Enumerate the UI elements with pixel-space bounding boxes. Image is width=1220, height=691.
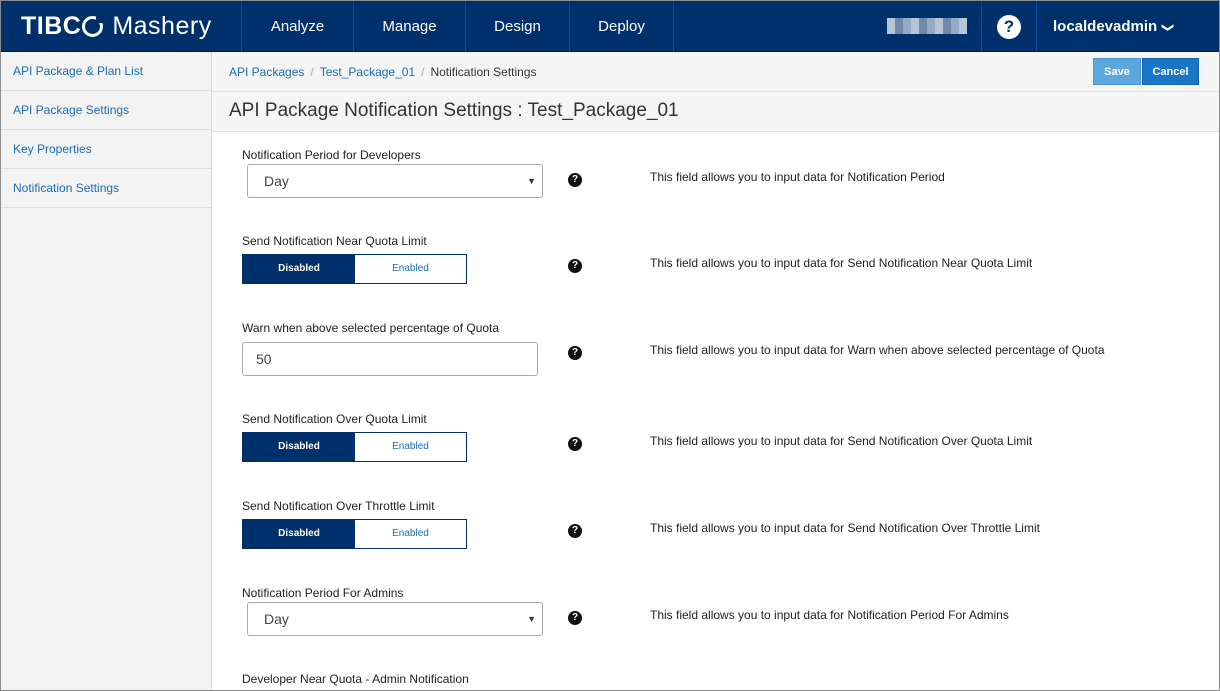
breadcrumb-separator: / xyxy=(421,65,425,79)
admin-notification-period-select[interactable]: Day ▼ xyxy=(247,602,543,636)
help-text: This field allows you to input data for … xyxy=(650,521,1040,535)
nav-manage[interactable]: Manage xyxy=(353,1,465,52)
settings-form: Notification Period for Developers Day ▼… xyxy=(212,132,1219,690)
field-label: Warn when above selected percentage of Q… xyxy=(242,321,500,335)
chevron-down-icon: ❯ xyxy=(1161,22,1176,33)
cancel-button[interactable]: Cancel xyxy=(1142,58,1199,85)
help-text: This field allows you to input data for … xyxy=(650,256,1033,270)
redacted-account-name xyxy=(887,18,967,34)
caret-down-icon: ▼ xyxy=(527,614,536,624)
brand-tibco-text: TIBC xyxy=(21,12,82,40)
question-circle-icon[interactable]: ? xyxy=(568,437,582,451)
field-label: Send Notification Over Quota Limit xyxy=(242,412,427,426)
field-label: Developer Near Quota - Admin Notificatio… xyxy=(242,672,469,686)
input-value: 50 xyxy=(256,351,272,367)
nav-deploy[interactable]: Deploy xyxy=(569,1,674,52)
field-label: Send Notification Near Quota Limit xyxy=(242,234,427,248)
toggle-disabled-option[interactable]: Disabled xyxy=(243,520,355,548)
developer-notification-period-select[interactable]: Day ▼ xyxy=(247,164,543,198)
help-text: This field allows you to input data for … xyxy=(650,434,1033,448)
top-navbar: TIBC Mashery Analyze Manage Design Deploy… xyxy=(1,1,1219,52)
sidebar-item-key-properties[interactable]: Key Properties xyxy=(1,130,211,169)
field-label: Notification Period for Developers xyxy=(242,148,421,162)
over-throttle-toggle: Disabled Enabled xyxy=(242,519,467,549)
field-label: Send Notification Over Throttle Limit xyxy=(242,499,435,513)
brand-logo[interactable]: TIBC Mashery xyxy=(21,11,212,41)
select-value: Day xyxy=(264,611,289,627)
field-label: Notification Period For Admins xyxy=(242,586,404,600)
sidebar-item-plan-list[interactable]: API Package & Plan List xyxy=(1,52,211,91)
toggle-disabled-option[interactable]: Disabled xyxy=(243,255,355,283)
sidebar: API Package & Plan List API Package Sett… xyxy=(1,52,212,690)
tibco-o-mark-icon xyxy=(82,14,105,37)
caret-down-icon: ▼ xyxy=(527,176,536,186)
select-value: Day xyxy=(264,173,289,189)
page-title: API Package Notification Settings : Test… xyxy=(229,100,679,121)
question-circle-icon[interactable]: ? xyxy=(568,524,582,538)
toggle-enabled-option[interactable]: Enabled xyxy=(355,433,466,461)
help-text: This field allows you to input data for … xyxy=(650,343,1105,357)
breadcrumb-bar: API Packages / Test_Package_01 / Notificatio… xyxy=(212,52,1219,91)
nav-design[interactable]: Design xyxy=(465,1,569,52)
breadcrumb: API Packages / Test_Package_01 / Notificatio… xyxy=(229,65,537,79)
sidebar-item-package-settings[interactable]: API Package Settings xyxy=(1,91,211,130)
nav-divider xyxy=(1036,1,1037,52)
nav-analyze[interactable]: Analyze xyxy=(241,1,353,52)
nav-divider xyxy=(981,1,982,52)
help-text: This field allows you to input data for … xyxy=(650,170,945,184)
help-text: This field allows you to input data for … xyxy=(650,608,1009,622)
question-circle-icon[interactable]: ? xyxy=(568,611,582,625)
brand-mashery-text: Mashery xyxy=(112,12,212,40)
app-window: TIBC Mashery Analyze Manage Design Deploy… xyxy=(0,0,1220,691)
toggle-enabled-option[interactable]: Enabled xyxy=(355,520,466,548)
user-menu[interactable]: localdevadmin ❯ xyxy=(1053,1,1176,52)
title-bar: API Package Notification Settings : Test… xyxy=(212,91,1219,132)
toggle-disabled-option[interactable]: Disabled xyxy=(243,433,355,461)
question-circle-icon[interactable]: ? xyxy=(568,173,582,187)
breadcrumb-api-packages[interactable]: API Packages xyxy=(229,65,304,79)
breadcrumb-current: Notification Settings xyxy=(430,65,537,79)
save-button[interactable]: Save xyxy=(1093,58,1141,85)
breadcrumb-package[interactable]: Test_Package_01 xyxy=(320,65,415,79)
breadcrumb-separator: / xyxy=(310,65,314,79)
help-icon[interactable]: ? xyxy=(997,15,1021,39)
sidebar-item-notification-settings[interactable]: Notification Settings xyxy=(1,169,211,208)
question-circle-icon[interactable]: ? xyxy=(568,259,582,273)
near-quota-toggle: Disabled Enabled xyxy=(242,254,467,284)
over-quota-toggle: Disabled Enabled xyxy=(242,432,467,462)
toggle-enabled-option[interactable]: Enabled xyxy=(355,255,466,283)
question-circle-icon[interactable]: ? xyxy=(568,346,582,360)
quota-percentage-input[interactable]: 50 xyxy=(242,342,538,376)
